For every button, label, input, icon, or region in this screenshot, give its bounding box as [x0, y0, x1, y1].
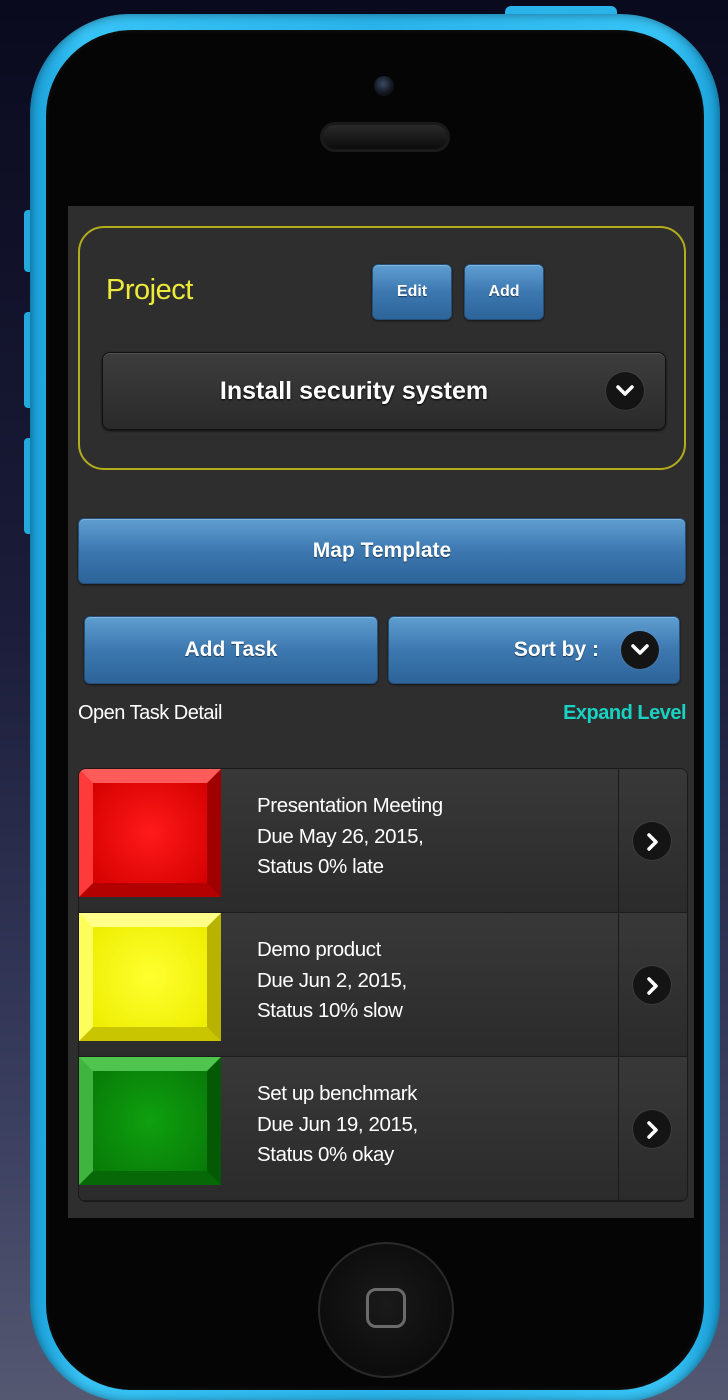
project-label: Project: [106, 274, 193, 306]
task-title: Demo product: [257, 938, 381, 961]
task-status: Status 10% slow: [257, 999, 403, 1022]
task-status: Status 0% okay: [257, 1143, 394, 1166]
expand-level-link[interactable]: Expand Level: [563, 702, 686, 725]
open-task-detail-link[interactable]: Open Task Detail: [78, 702, 222, 725]
task-details: Set up benchmark Due Jun 19, 2015, Statu…: [257, 1079, 418, 1171]
project-select-value: Install security system: [219, 377, 489, 405]
project-select[interactable]: Install security system: [102, 352, 666, 430]
task-open-button[interactable]: [618, 769, 687, 912]
task-title: Presentation Meeting: [257, 794, 443, 817]
task-row[interactable]: Demo product Due Jun 2, 2015, Status 10%…: [79, 913, 687, 1057]
task-open-button[interactable]: [618, 913, 687, 1056]
task-open-button[interactable]: [618, 1057, 687, 1200]
edit-project-button[interactable]: Edit: [372, 264, 452, 320]
status-indicator-green: [79, 1057, 221, 1185]
sort-by-select[interactable]: Sort by :: [388, 616, 680, 684]
app-screen: Project Edit Add Install security system…: [68, 206, 694, 1218]
task-due: Due Jun 2, 2015,: [257, 968, 407, 992]
chevron-down-icon: [606, 372, 644, 410]
add-task-button[interactable]: Add Task: [84, 616, 378, 684]
chevron-right-icon: [633, 966, 671, 1004]
task-row[interactable]: Presentation Meeting Due May 26, 2015, S…: [79, 769, 687, 913]
status-indicator-yellow: [79, 913, 221, 1041]
add-project-button[interactable]: Add: [464, 264, 544, 320]
task-row[interactable]: Set up benchmark Due Jun 19, 2015, Statu…: [79, 1057, 687, 1201]
task-title: Set up benchmark: [257, 1082, 417, 1105]
task-list: Presentation Meeting Due May 26, 2015, S…: [78, 768, 688, 1202]
task-due: Due Jun 19, 2015,: [257, 1112, 418, 1136]
status-indicator-red: [79, 769, 221, 897]
chevron-right-icon: [633, 1110, 671, 1148]
task-due: Due May 26, 2015,: [257, 824, 424, 848]
speaker-icon: [320, 122, 450, 152]
camera-icon: [374, 76, 394, 96]
task-details: Demo product Due Jun 2, 2015, Status 10%…: [257, 935, 407, 1027]
project-panel: Project Edit Add Install security system: [78, 226, 686, 470]
chevron-down-icon: [621, 631, 659, 669]
chevron-right-icon: [633, 822, 671, 860]
home-square-icon: [366, 1288, 406, 1328]
sort-by-label: Sort by :: [513, 638, 599, 661]
map-template-button[interactable]: Map Template: [78, 518, 686, 584]
task-status: Status 0% late: [257, 855, 384, 878]
task-details: Presentation Meeting Due May 26, 2015, S…: [257, 791, 443, 883]
home-button-icon[interactable]: [318, 1242, 454, 1378]
